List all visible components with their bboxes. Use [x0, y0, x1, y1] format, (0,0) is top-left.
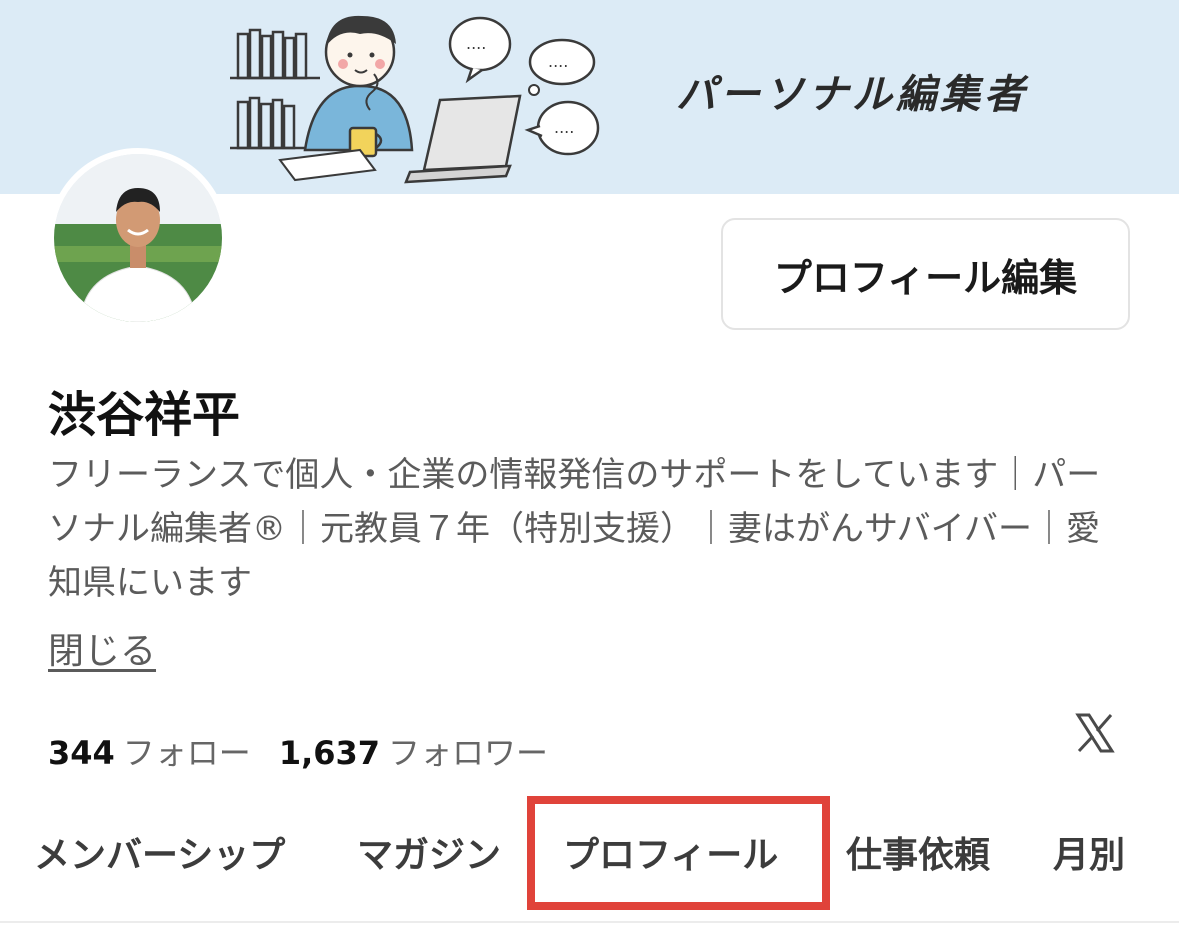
banner-illustration: .... .... .... [230, 15, 600, 184]
profile-tabs: メンバーシップ マガジン プロフィール 仕事依頼 月別 [0, 796, 1179, 922]
avatar[interactable] [48, 148, 228, 328]
tab-membership[interactable]: メンバーシップ [34, 826, 285, 878]
tab-monthly[interactable]: 月別 [1053, 826, 1125, 878]
profile-page: .... .... .... パーソナル編集者 プロフィール編集 渋谷祥平 フリ… [0, 0, 1179, 947]
close-bio-link[interactable]: 閉じる [48, 622, 156, 674]
avatar-photo [54, 154, 222, 322]
following-count[interactable]: 344 [48, 734, 115, 772]
followers-label[interactable]: フォロワー [388, 728, 548, 774]
tab-work-request[interactable]: 仕事依頼 [846, 826, 990, 878]
following-label[interactable]: フォロー [123, 728, 251, 774]
profile-bio: フリーランスで個人・企業の情報発信のサポートをしています｜パーソナル編集者®｜元… [48, 455, 1101, 603]
svg-text:....: .... [466, 34, 486, 53]
x-logo-icon[interactable] [1072, 710, 1118, 756]
followers-count[interactable]: 1,637 [279, 734, 380, 772]
profile-tab-highlight [527, 796, 830, 910]
profile-name: 渋谷祥平 [48, 387, 241, 443]
svg-text:....: .... [548, 52, 568, 71]
follow-stats: 344 フォロー 1,637 フォロワー [48, 728, 576, 774]
svg-text:....: .... [554, 118, 574, 137]
tabs-divider [0, 921, 1179, 923]
banner-title: パーソナル編集者 [676, 71, 1028, 118]
tab-magazine[interactable]: マガジン [357, 826, 501, 878]
edit-profile-button[interactable]: プロフィール編集 [721, 218, 1130, 330]
